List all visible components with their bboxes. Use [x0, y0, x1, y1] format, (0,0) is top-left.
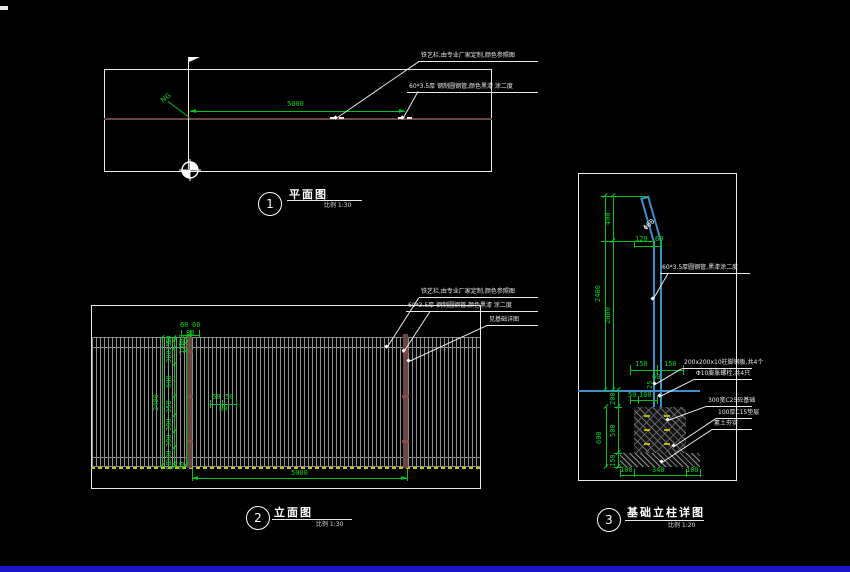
bottom-blue-bar: [0, 566, 850, 572]
annotation-text: Φ10膨胀螺栓,共4只: [696, 370, 751, 377]
annotation-text: 300宽C25砼基础: [708, 397, 756, 404]
dim-chain-line: [613, 196, 614, 390]
dim-label: 150: [664, 360, 677, 368]
dim-ext: [630, 396, 631, 404]
title-underline: [625, 520, 704, 521]
dim-line: [606, 407, 607, 467]
dim-ext: [653, 241, 654, 248]
view-number: 3: [605, 513, 613, 527]
dim-label: 120: [635, 235, 648, 243]
annotation-text: 100厚C15垫层: [718, 409, 760, 416]
anchor-bolt: [644, 415, 650, 417]
dim-label: 600: [595, 431, 603, 444]
dim-line: [630, 400, 657, 401]
dim-label: 2000: [604, 307, 612, 324]
dim-label: 150: [635, 360, 648, 368]
view-title: 基础立柱详图: [627, 506, 705, 519]
dim-ext: [601, 196, 647, 197]
dim-label: 2400: [594, 285, 602, 302]
annotation-text: 素土夯实: [714, 420, 739, 427]
dim-label: 60: [655, 235, 664, 243]
foundation-detail-view: 400 2000 2400 120 60 Φ60 150 150 60 25 5…: [0, 0, 850, 572]
dim-label: 500: [609, 424, 617, 437]
anchor-bolt: [644, 443, 650, 445]
dim-line: [620, 475, 700, 476]
dim-label: 100: [639, 391, 652, 399]
annotation-underline: [712, 429, 752, 430]
dim-line: [605, 196, 606, 390]
anchor-bolt: [644, 429, 650, 431]
dim-ext: [657, 396, 658, 404]
dim-label: 400: [604, 212, 612, 225]
dim-label: 200: [609, 392, 617, 405]
dim-label: 100: [620, 466, 633, 474]
annotation-underline: [682, 368, 752, 369]
annotation-underline: [706, 406, 752, 407]
dim-label: 340: [652, 466, 665, 474]
dim-ext: [683, 365, 684, 375]
dim-ext: [700, 469, 701, 477]
annotation-underline: [716, 418, 752, 419]
dim-ext: [638, 396, 639, 404]
cursor-fragment: [0, 6, 8, 10]
annotation-underline: [660, 273, 750, 274]
annotation-text: 200x200x10柱脚钢板,共4个: [684, 359, 764, 366]
view-number-bubble: 3: [597, 508, 621, 532]
dim-chain-line: [618, 390, 619, 467]
anchor-bolt: [664, 443, 670, 445]
dim-ext: [630, 365, 631, 375]
cad-drawing-canvas[interactable]: 5000 NG 铁艺栏,由专业厂家定制,颜色参照图 60*3.5厚 钢制圆钢管,…: [0, 0, 850, 572]
annotation-text: 60*3.5厚圆钢管,黑漆涂二度: [662, 264, 739, 271]
dim-line: [634, 246, 662, 247]
dim-label: 150: [609, 454, 617, 467]
anchor-bolt: [664, 429, 670, 431]
annotation-underline: [694, 379, 752, 380]
view-scale: 比例 1:20: [668, 522, 696, 529]
concrete-footing: [634, 407, 686, 453]
dim-label: 100: [686, 466, 699, 474]
